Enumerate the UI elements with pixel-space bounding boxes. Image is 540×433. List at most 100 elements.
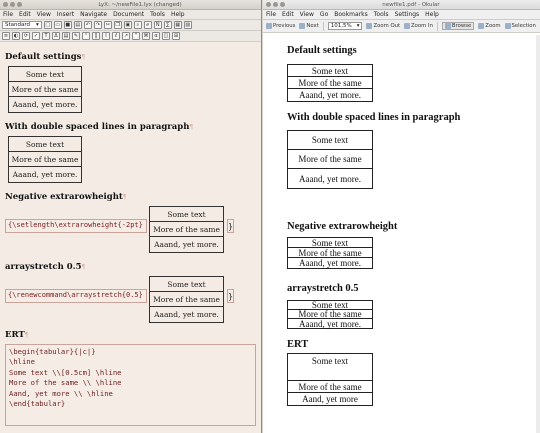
next-label: Next	[306, 23, 319, 29]
toc-icon[interactable]: ≡	[2, 32, 10, 40]
ert-close-brace[interactable]: }	[227, 219, 234, 233]
spell-icon[interactable]: ✓	[32, 32, 40, 40]
window-controls[interactable]	[266, 2, 285, 7]
pdf-section-title: Default settings	[287, 45, 357, 56]
pdf-table: Some text More of the same Aaand, yet mo…	[287, 64, 373, 102]
lyx-menu-insert[interactable]: Insert	[57, 11, 74, 18]
okular-menu-go[interactable]: Go	[320, 11, 328, 18]
float-icon[interactable]: ◫	[162, 32, 170, 40]
label-icon[interactable]: ℓ	[112, 32, 120, 40]
zoom-combo[interactable]: 101,5% ▾	[327, 22, 363, 30]
cross-ref-icon[interactable]: ↗	[122, 32, 130, 40]
okular-menu-file[interactable]: File	[266, 11, 276, 18]
okular-menubar: File Edit View Go Bookmarks Tools Settin…	[263, 10, 540, 20]
redo-icon[interactable]: ↷	[93, 21, 102, 29]
ert-inset[interactable]: {\setlength\extrarowheight{-2pt}	[5, 219, 147, 233]
math-mode-icon[interactable]: α	[152, 32, 160, 40]
layout-icon[interactable]: ⊞	[172, 32, 180, 40]
lyx-menu-file[interactable]: File	[3, 11, 13, 18]
vertical-scrollbar[interactable]	[536, 35, 540, 433]
lyx-menu-help[interactable]: Help	[171, 11, 185, 18]
note-icon[interactable]: ✎	[72, 32, 80, 40]
undo-icon[interactable]: ↶	[83, 21, 92, 29]
emph-icon[interactable]: ℯ	[143, 21, 152, 29]
lyx-menu-edit[interactable]: Edit	[19, 11, 31, 18]
view-icon[interactable]: ◐	[12, 32, 20, 40]
arrow-down-icon	[299, 23, 306, 29]
okular-window-title: newfile1.pdf - Okular	[382, 1, 440, 8]
zoom-tool-label: Zoom	[485, 23, 501, 29]
save-icon[interactable]: ■	[63, 21, 72, 29]
okular-menu-tools[interactable]: Tools	[374, 11, 389, 18]
lyx-menu-navigate[interactable]: Navigate	[80, 11, 107, 18]
ert-inset[interactable]: {\renewcommand\arraystretch{0.5}	[5, 289, 147, 303]
update-icon[interactable]: ⟳	[22, 32, 30, 40]
lyx-table[interactable]: Some text More of the same Aaand, yet mo…	[149, 206, 224, 253]
table-cell[interactable]: Aaand, yet more.	[9, 167, 81, 182]
selection-button[interactable]: Selection	[504, 23, 536, 29]
lyx-document-area[interactable]: Default settings¶ Some text More of the …	[0, 42, 261, 433]
lyx-menu-tools[interactable]: Tools	[150, 11, 165, 18]
okular-menu-view[interactable]: View	[300, 11, 314, 18]
okular-menu-edit[interactable]: Edit	[282, 11, 294, 18]
margin-note-icon[interactable]: ‖	[92, 32, 100, 40]
lyx-table[interactable]: Some text More of the same Aaand, yet mo…	[149, 276, 224, 323]
zoom-out-button[interactable]: Zoom Out	[366, 23, 400, 29]
footnote-icon[interactable]: ¹	[82, 32, 90, 40]
browse-button[interactable]: Browse	[441, 22, 475, 30]
thesaurus-icon[interactable]: T	[42, 32, 50, 40]
lyx-table[interactable]: Some text More of the same Aaand, yet mo…	[8, 136, 82, 183]
paste-icon[interactable]: ▣	[123, 21, 132, 29]
zoom-tool-button[interactable]: Zoom	[478, 23, 501, 29]
table-cell[interactable]: More of the same	[150, 222, 223, 237]
table-cell[interactable]: Aaand, yet more.	[150, 237, 223, 252]
previous-button[interactable]: Previous	[266, 23, 295, 29]
noun-icon[interactable]: N	[153, 21, 162, 29]
table-cell[interactable]: Some text	[9, 137, 81, 152]
table-icon[interactable]: ▦	[173, 21, 182, 29]
figure-icon[interactable]: ▨	[183, 21, 192, 29]
print-icon[interactable]: ▤	[73, 21, 82, 29]
ert-close-brace[interactable]: }	[227, 289, 234, 303]
lyx-menu-document[interactable]: Document	[113, 11, 144, 18]
pdf-table: Some text More of the same Aand, yet mor…	[287, 353, 373, 406]
zoom-in-icon	[404, 23, 411, 29]
next-button[interactable]: Next	[299, 23, 319, 29]
okular-menu-settings[interactable]: Settings	[395, 11, 420, 18]
table-cell[interactable]: Aaand, yet more.	[150, 307, 223, 322]
lyx-menu-view[interactable]: View	[37, 11, 51, 18]
okular-menu-help[interactable]: Help	[425, 11, 439, 18]
open-icon[interactable]: ▭	[53, 21, 62, 29]
pdf-page[interactable]: Default settings Some text More of the s…	[263, 35, 540, 433]
okular-menu-bookmarks[interactable]: Bookmarks	[334, 11, 368, 18]
ert-block[interactable]: \begin{tabular}{|c|} \hline Some text \\…	[5, 344, 256, 426]
zoom-in-button[interactable]: Zoom In	[404, 23, 433, 29]
cut-icon[interactable]: ✂	[103, 21, 112, 29]
lyx-window-title: LyX: ~/newFile1.lyx (changed)	[98, 1, 182, 8]
window-controls[interactable]	[3, 2, 22, 7]
zoom-out-label: Zoom Out	[373, 23, 401, 29]
pilcrow-icon: ¶	[189, 124, 194, 131]
math-icon[interactable]: ∑	[163, 21, 172, 29]
table-cell[interactable]: Aaand, yet more.	[9, 97, 81, 112]
change-tracking-icon[interactable]: Δ	[52, 32, 60, 40]
table-cell[interactable]: Some text	[150, 207, 223, 222]
table-cell[interactable]: More of the same	[9, 152, 81, 167]
index-icon[interactable]: I	[102, 32, 110, 40]
table-cell[interactable]: More of the same	[9, 82, 81, 97]
ert-line: \begin{tabular}{|c|}	[9, 347, 96, 356]
pdf-table-cell: Aaand, yet more.	[299, 258, 361, 268]
lyx-table[interactable]: Some text More of the same Aaand, yet mo…	[8, 66, 82, 113]
citation-icon[interactable]: ”	[132, 32, 140, 40]
url-icon[interactable]: ⌘	[142, 32, 150, 40]
table-cell[interactable]: Some text	[9, 67, 81, 82]
copy-icon[interactable]: ❐	[113, 21, 122, 29]
table-cell[interactable]: More of the same	[150, 292, 223, 307]
pdf-table-cell: More of the same	[288, 77, 372, 89]
pilcrow-icon: ¶	[24, 332, 29, 339]
new-document-icon[interactable]: □	[43, 21, 52, 29]
table-cell[interactable]: Some text	[150, 277, 223, 292]
find-icon[interactable]: ⌕	[133, 21, 142, 29]
ert-icon[interactable]: ▤	[62, 32, 70, 40]
layout-combo[interactable]: Standard ▾	[2, 21, 42, 29]
